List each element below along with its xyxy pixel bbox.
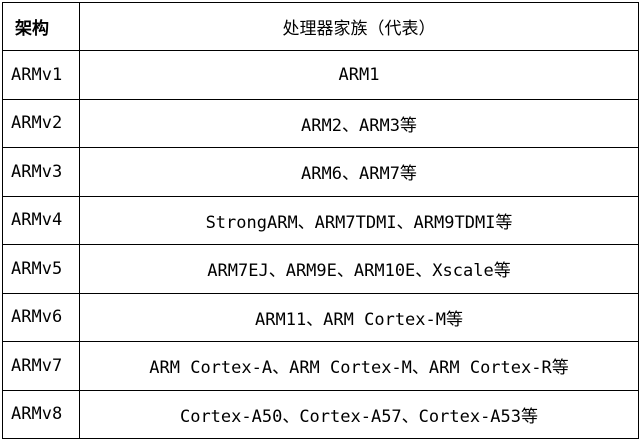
- processor-family-cell: ARM Cortex-A、ARM Cortex-M、ARM Cortex-R等: [79, 341, 639, 391]
- table-row: ARMv8 Cortex-A50、Cortex-A57、Cortex-A53等: [2, 389, 639, 439]
- architecture-cell: ARMv6: [2, 292, 80, 342]
- architecture-cell: ARMv5: [2, 244, 80, 294]
- processor-family-cell: StrongARM、ARM7TDMI、ARM9TDMI等: [79, 195, 639, 245]
- architecture-cell: ARMv2: [2, 98, 80, 148]
- table-row: ARMv2 ARM2、ARM3等: [2, 98, 639, 148]
- architecture-cell: ARMv8: [2, 389, 80, 439]
- table-row: ARMv5 ARM7EJ、ARM9E、ARM10E、Xscale等: [2, 244, 639, 294]
- architecture-cell: ARMv1: [2, 50, 80, 100]
- processor-family-cell: ARM6、ARM7等: [79, 147, 639, 197]
- architecture-cell: ARMv7: [2, 341, 80, 391]
- architecture-cell: ARMv3: [2, 147, 80, 197]
- table-row: ARMv1 ARM1: [2, 50, 639, 100]
- table-row: ARMv4 StrongARM、ARM7TDMI、ARM9TDMI等: [2, 195, 639, 245]
- processor-family-cell: ARM2、ARM3等: [79, 98, 639, 148]
- processor-family-cell: Cortex-A50、Cortex-A57、Cortex-A53等: [79, 389, 639, 439]
- table-row: ARMv6 ARM11、ARM Cortex-M等: [2, 292, 639, 342]
- processor-family-cell: ARM11、ARM Cortex-M等: [79, 292, 639, 342]
- processor-family-cell: ARM1: [79, 50, 639, 100]
- processor-family-cell: ARM7EJ、ARM9E、ARM10E、Xscale等: [79, 244, 639, 294]
- header-processor-family: 处理器家族（代表）: [79, 2, 639, 51]
- arm-architecture-table: 架构 处理器家族（代表） ARMv1 ARM1 ARMv2 ARM2、ARM3等…: [2, 2, 639, 439]
- architecture-cell: ARMv4: [2, 195, 80, 245]
- table-row: ARMv7 ARM Cortex-A、ARM Cortex-M、ARM Cort…: [2, 341, 639, 391]
- table-row: ARMv3 ARM6、ARM7等: [2, 147, 639, 197]
- header-architecture: 架构: [2, 2, 80, 51]
- arm-architecture-table-container: 架构 处理器家族（代表） ARMv1 ARM1 ARMv2 ARM2、ARM3等…: [2, 2, 639, 439]
- table-header-row: 架构 处理器家族（代表）: [2, 2, 639, 51]
